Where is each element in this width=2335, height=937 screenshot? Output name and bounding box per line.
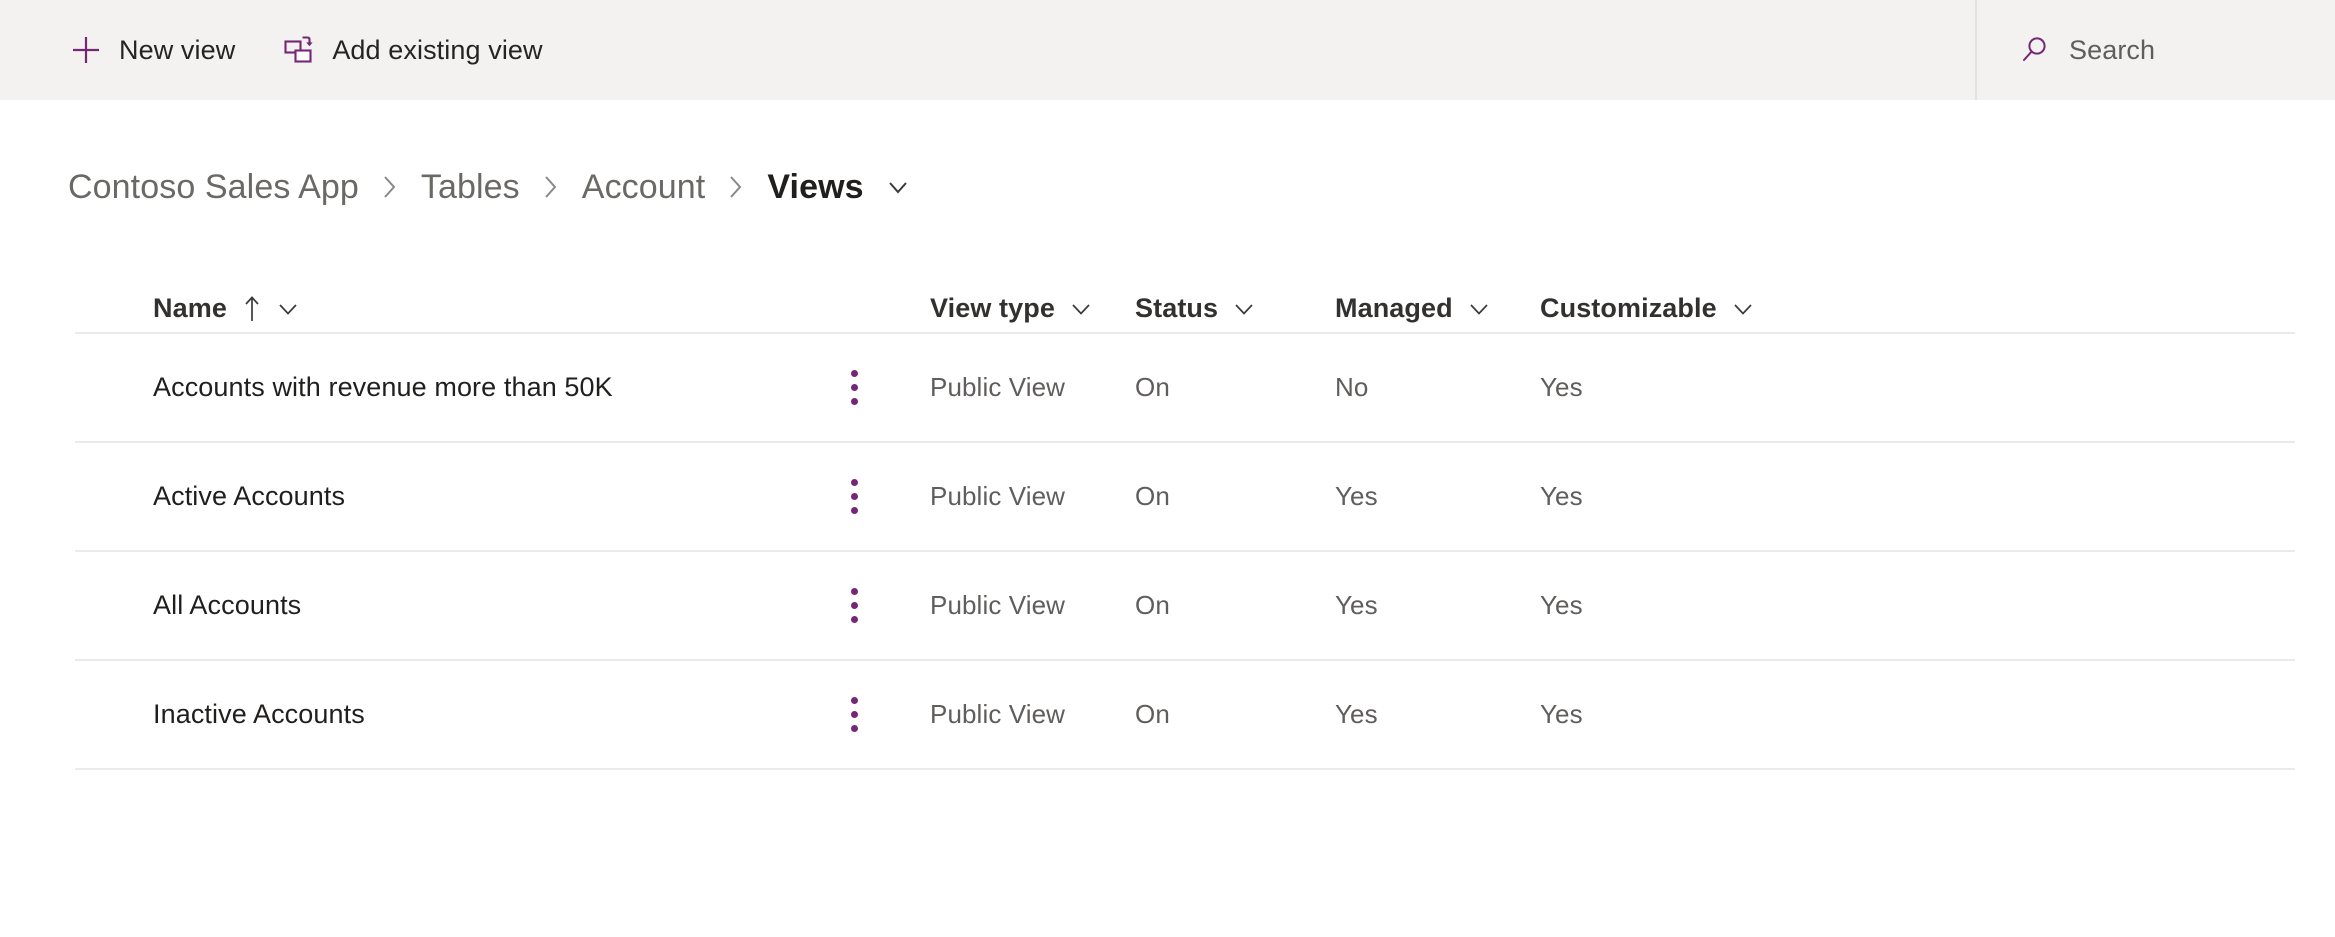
- search-inner: Search: [1977, 34, 2155, 66]
- views-table-inner: Name View type Status Managed Customizab…: [75, 248, 2295, 770]
- view-type-value: Public View: [930, 372, 1066, 402]
- cell-view-type: Public View: [930, 481, 1135, 512]
- cell-customizable: Yes: [1540, 699, 1840, 730]
- chevron-right-icon: [379, 172, 401, 202]
- status-value: On: [1135, 699, 1170, 729]
- status-value: On: [1135, 372, 1170, 402]
- breadcrumb-item-views: Views: [767, 167, 864, 206]
- new-view-label: New view: [119, 34, 236, 65]
- managed-value: Yes: [1335, 699, 1378, 729]
- chevron-down-icon[interactable]: [1068, 296, 1094, 322]
- more-vertical-icon[interactable]: [824, 469, 884, 524]
- more-vertical-icon[interactable]: [824, 578, 884, 633]
- managed-value: No: [1335, 372, 1369, 402]
- cell-customizable: Yes: [1540, 372, 1840, 403]
- column-header-status-label: Status: [1135, 293, 1219, 323]
- breadcrumb: Contoso Sales App Tables Account Views: [0, 144, 2335, 230]
- command-bar: New view Add existing view Search: [0, 0, 2335, 100]
- views-table: Name View type Status Managed Customizab…: [0, 248, 2335, 770]
- cell-managed: Yes: [1335, 590, 1540, 621]
- status-value: On: [1135, 590, 1170, 620]
- table-row[interactable]: Active Accounts Public View On Yes Yes: [75, 443, 2295, 552]
- cell-status: On: [1135, 372, 1335, 403]
- cell-managed: No: [1335, 372, 1540, 403]
- column-header-managed-label: Managed: [1335, 293, 1453, 323]
- more-vertical-icon[interactable]: [824, 360, 884, 415]
- search-box[interactable]: Search: [1975, 0, 2335, 100]
- cell-name[interactable]: Accounts with revenue more than 50K: [75, 360, 930, 415]
- table-row[interactable]: Accounts with revenue more than 50K Publ…: [75, 334, 2295, 443]
- cell-view-type: Public View: [930, 590, 1135, 621]
- cell-customizable: Yes: [1540, 481, 1840, 512]
- column-header-view-type[interactable]: View type: [930, 293, 1135, 324]
- search-input[interactable]: Search: [2069, 35, 2155, 66]
- view-name-label: Active Accounts: [153, 481, 346, 511]
- customizable-value: Yes: [1540, 590, 1583, 620]
- chevron-right-icon: [725, 172, 747, 202]
- column-header-name-label: Name: [153, 293, 227, 323]
- new-view-button[interactable]: New view: [68, 28, 237, 72]
- arrow-up-icon: [242, 294, 262, 324]
- chevron-down-icon[interactable]: [1466, 296, 1492, 322]
- command-bar-actions: New view Add existing view: [0, 28, 545, 72]
- table-row[interactable]: All Accounts Public View On Yes Yes: [75, 552, 2295, 661]
- cell-managed: Yes: [1335, 481, 1540, 512]
- add-existing-view-label: Add existing view: [332, 34, 543, 65]
- cell-customizable: Yes: [1540, 590, 1840, 621]
- cell-view-type: Public View: [930, 372, 1135, 403]
- cell-name[interactable]: Active Accounts: [75, 469, 930, 524]
- managed-value: Yes: [1335, 590, 1378, 620]
- cell-status: On: [1135, 590, 1335, 621]
- customizable-value: Yes: [1540, 481, 1583, 511]
- view-type-value: Public View: [930, 699, 1066, 729]
- search-icon: [2019, 34, 2051, 66]
- cell-name[interactable]: Inactive Accounts: [75, 687, 930, 742]
- chevron-right-icon: [540, 172, 562, 202]
- view-name-label: All Accounts: [153, 590, 302, 620]
- chevron-down-icon[interactable]: [1730, 296, 1756, 322]
- customizable-value: Yes: [1540, 372, 1583, 402]
- customizable-value: Yes: [1540, 699, 1583, 729]
- breadcrumb-item-account[interactable]: Account: [582, 168, 706, 207]
- column-header-view-type-label: View type: [930, 293, 1055, 323]
- view-type-value: Public View: [930, 590, 1066, 620]
- column-header-customizable[interactable]: Customizable: [1540, 293, 1840, 324]
- breadcrumb-item-tables[interactable]: Tables: [421, 168, 520, 207]
- plus-icon: [70, 34, 102, 66]
- add-existing-view-icon: [283, 34, 315, 66]
- more-vertical-icon[interactable]: [824, 687, 884, 742]
- status-value: On: [1135, 481, 1170, 511]
- cell-managed: Yes: [1335, 699, 1540, 730]
- table-header-row: Name View type Status Managed Customizab…: [75, 248, 2295, 334]
- cell-status: On: [1135, 481, 1335, 512]
- cell-view-type: Public View: [930, 699, 1135, 730]
- chevron-down-icon[interactable]: [1231, 296, 1257, 322]
- view-type-value: Public View: [930, 481, 1066, 511]
- table-row[interactable]: Inactive Accounts Public View On Yes Yes: [75, 661, 2295, 770]
- chevron-down-icon[interactable]: [275, 296, 301, 322]
- column-header-customizable-label: Customizable: [1540, 293, 1717, 323]
- managed-value: Yes: [1335, 481, 1378, 511]
- chevron-down-icon[interactable]: [884, 173, 912, 201]
- column-header-managed[interactable]: Managed: [1335, 293, 1540, 324]
- add-existing-view-button[interactable]: Add existing view: [281, 28, 544, 72]
- breadcrumb-item-contoso-sales-app[interactable]: Contoso Sales App: [68, 168, 359, 207]
- cell-status: On: [1135, 699, 1335, 730]
- column-header-status[interactable]: Status: [1135, 293, 1335, 324]
- column-header-name[interactable]: Name: [75, 293, 930, 324]
- view-name-label: Accounts with revenue more than 50K: [153, 372, 613, 402]
- view-name-label: Inactive Accounts: [153, 699, 365, 729]
- cell-name[interactable]: All Accounts: [75, 578, 930, 633]
